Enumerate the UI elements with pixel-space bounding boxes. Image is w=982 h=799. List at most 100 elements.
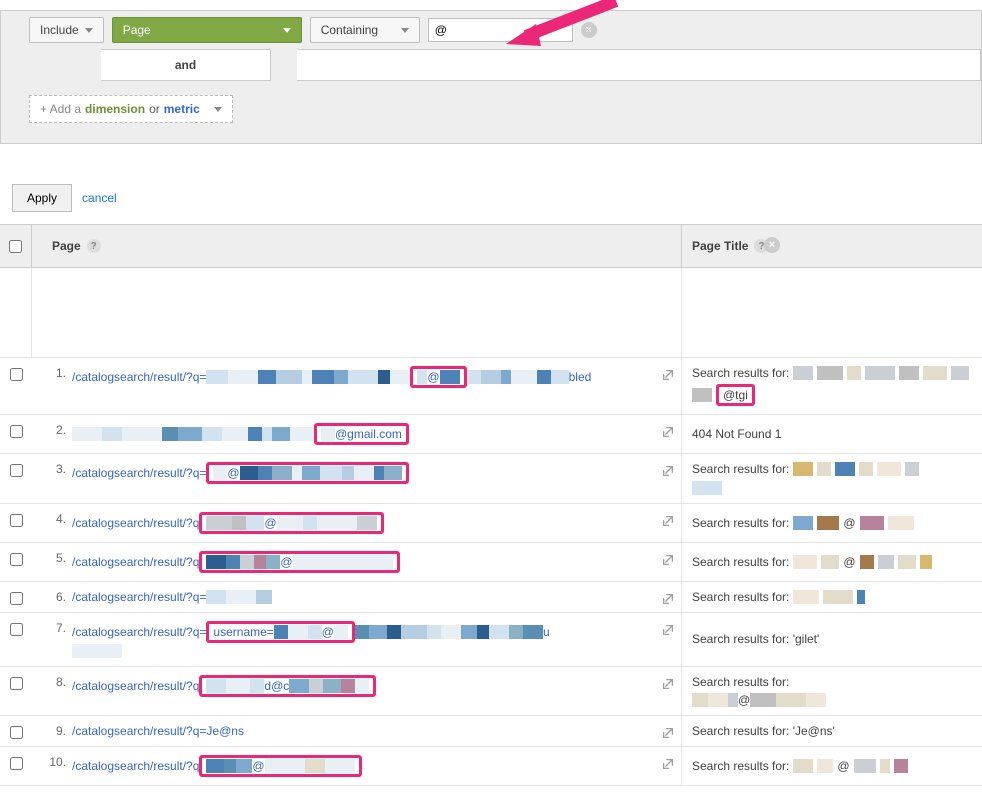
title-text: Search results for: 'Je@ns' (692, 724, 835, 738)
page-link[interactable]: /catalogsearch/result/?q= (72, 370, 206, 384)
highlight-annotation: @ (199, 551, 399, 573)
row-checkbox[interactable] (10, 592, 23, 605)
cancel-link[interactable]: cancel (82, 191, 117, 205)
caret-down-icon (283, 28, 291, 33)
page-link[interactable]: /catalogsearch/result/?q (72, 555, 199, 569)
row-checkbox[interactable] (10, 553, 23, 566)
row-number: 6. (42, 590, 72, 604)
caret-down-icon (401, 28, 409, 33)
title-text: Search results for: (692, 675, 789, 689)
include-label: Include (40, 23, 79, 37)
at-text: @ (322, 625, 334, 639)
table-row: 1. /catalogsearch/result/?q= @ bled Sear… (0, 358, 982, 415)
add-metric-word: metric (164, 102, 200, 116)
title-at: @ (843, 555, 855, 569)
row-number: 1. (42, 366, 72, 380)
title-text: Search results for: (692, 759, 789, 773)
row-checkbox[interactable] (10, 514, 23, 527)
table-row: 6. /catalogsearch/result/?q= Search resu… (0, 582, 982, 613)
highlight-annotation: @ (206, 462, 408, 484)
highlight-annotation: @ (410, 366, 466, 388)
external-link-icon[interactable] (661, 514, 675, 528)
at-text: @ (252, 759, 264, 773)
column-header-page[interactable]: Page ? (32, 225, 682, 267)
external-link-icon[interactable] (661, 368, 675, 382)
highlight-annotation: username= @ (206, 621, 355, 643)
title-text: Search results for: (692, 555, 789, 569)
external-link-icon[interactable] (661, 464, 675, 478)
at-text: @ (264, 516, 276, 530)
table-spacer (0, 268, 982, 358)
title-at: @tgi (723, 388, 748, 402)
row-checkbox[interactable] (10, 368, 23, 381)
external-link-icon[interactable] (661, 757, 675, 771)
table-row: 8. /catalogsearch/result/?q d@c Search r… (0, 667, 982, 717)
row-number: 8. (42, 675, 72, 689)
title-text: Search results for: (692, 516, 789, 530)
column-header-page-title[interactable]: Page Title ? × (682, 225, 982, 267)
row-number: 2. (42, 423, 72, 437)
username-text: username= (213, 625, 273, 639)
results-table: Page ? Page Title ? × 1. /catalogsearch/… (0, 224, 982, 786)
and-condition-tab[interactable]: and (101, 49, 271, 81)
row-checkbox[interactable] (10, 677, 23, 690)
row-number: 3. (42, 462, 72, 476)
title-text: Search results for: 'gilet' (692, 632, 819, 646)
add-dimension-button[interactable]: + Add a dimension or metric (29, 95, 233, 123)
row-number: 4. (42, 512, 72, 526)
match-type-dropdown[interactable]: Containing (310, 17, 420, 43)
at-text: @ (280, 555, 292, 569)
row-checkbox[interactable] (10, 464, 23, 477)
table-row: 10. /catalogsearch/result/?q @ Search re… (0, 747, 982, 786)
page-link[interactable]: /catalogsearch/result/?q (72, 516, 199, 530)
page-link[interactable]: /catalogsearch/result/?q=Je@ns (72, 724, 244, 738)
row-number: 5. (42, 551, 72, 565)
filter-panel: Include Page Containing × and + Add a (0, 10, 982, 144)
clear-filter-icon[interactable]: × (581, 22, 597, 38)
dimension-dropdown[interactable]: Page (112, 17, 302, 43)
highlight-annotation: d@c (199, 675, 376, 697)
highlight-annotation: @gmail.com (314, 423, 409, 445)
apply-button[interactable]: Apply (12, 184, 72, 212)
table-row: 9. /catalogsearch/result/?q=Je@ns Search… (0, 716, 982, 747)
external-link-icon[interactable] (661, 623, 675, 637)
page-link[interactable]: /catalogsearch/result/?q (72, 679, 199, 693)
external-link-icon[interactable] (661, 425, 675, 439)
row-checkbox[interactable] (10, 726, 23, 739)
remove-column-icon[interactable]: × (764, 237, 780, 253)
and-condition-empty[interactable] (297, 49, 981, 81)
external-link-icon[interactable] (661, 726, 675, 740)
page-link[interactable]: /catalogsearch/result/?q= (72, 590, 206, 604)
highlight-annotation: @ (199, 512, 383, 534)
match-label: Containing (321, 23, 378, 37)
caret-down-icon (214, 107, 222, 112)
row-number: 9. (42, 724, 72, 738)
filter-value-input[interactable] (428, 18, 573, 42)
table-row: 7. /catalogsearch/result/?q= username=@ … (0, 613, 982, 667)
table-header: Page ? Page Title ? × (0, 225, 982, 268)
external-link-icon[interactable] (661, 592, 675, 606)
row-checkbox[interactable] (10, 757, 23, 770)
page-link[interactable]: /catalogsearch/result/?q (72, 759, 199, 773)
row-checkbox[interactable] (10, 425, 23, 438)
at-text: @ (227, 466, 239, 480)
row-checkbox[interactable] (10, 623, 23, 636)
page-link[interactable]: /catalogsearch/result/?q= (72, 466, 206, 480)
external-link-icon[interactable] (661, 677, 675, 691)
include-dropdown[interactable]: Include (29, 17, 104, 43)
external-link-icon[interactable] (661, 553, 675, 567)
page-link[interactable]: /catalogsearch/result/?q= (72, 625, 206, 639)
title-text: Search results for: (692, 462, 789, 476)
title-text: Search results for: (692, 366, 789, 380)
title-at: @ (837, 759, 849, 773)
select-all-checkbox[interactable] (9, 240, 22, 253)
table-row: 5. /catalogsearch/result/?q @ Search res… (0, 543, 982, 582)
at-text: d@c (264, 679, 289, 693)
dimension-label: Page (123, 23, 151, 37)
col-title-label: Page Title (692, 239, 748, 253)
add-dim-word: dimension (85, 102, 145, 116)
title-text: 404 Not Found 1 (692, 427, 781, 441)
page-link-suffix[interactable]: bled (569, 370, 592, 384)
help-icon[interactable]: ? (87, 239, 101, 253)
col-page-label: Page (52, 239, 81, 253)
